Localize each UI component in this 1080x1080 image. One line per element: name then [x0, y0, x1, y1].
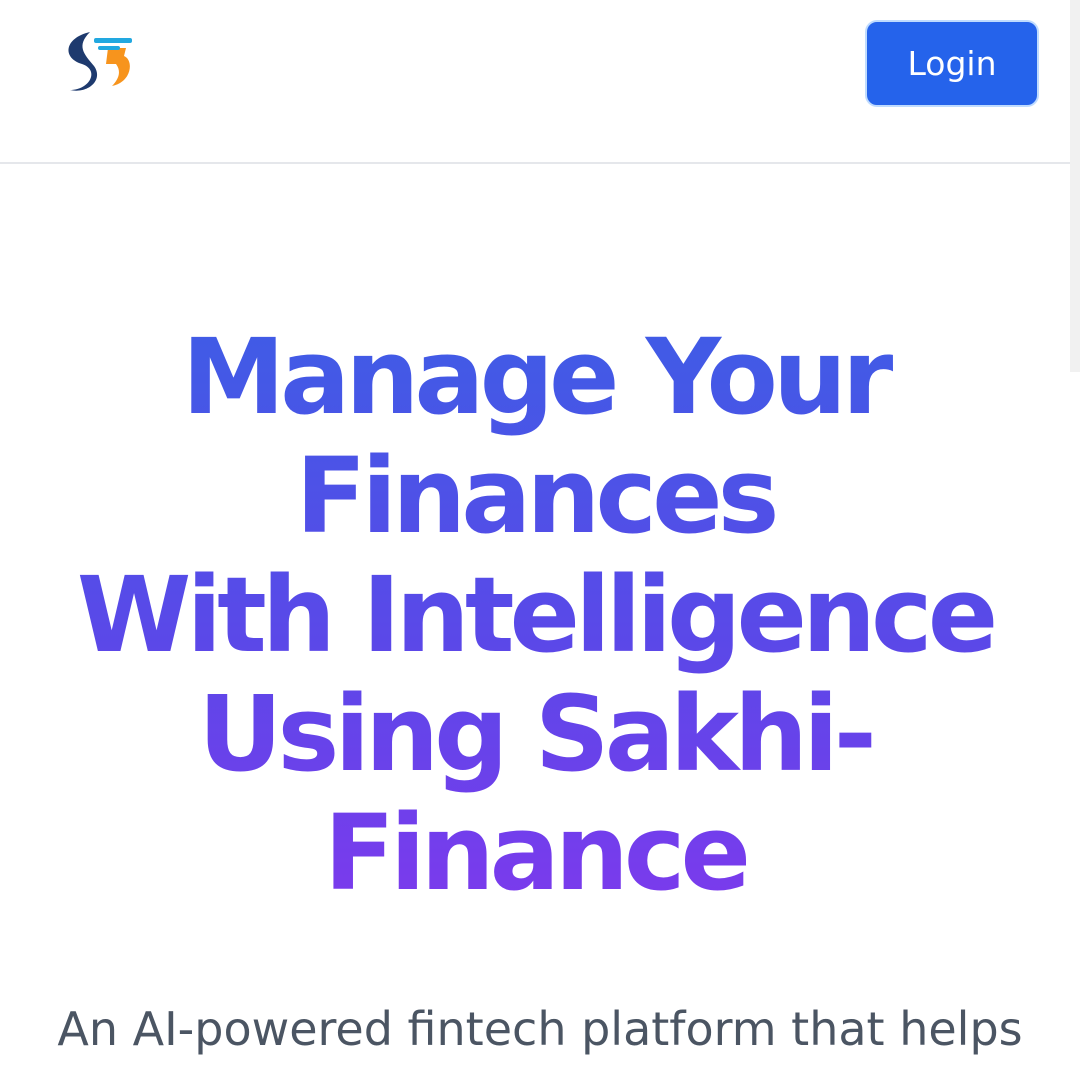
site-header: Login [0, 0, 1070, 164]
sakhi-finance-logo-icon[interactable] [60, 28, 136, 98]
hero-title-line: Finance [323, 792, 747, 914]
hero-title-line: With Intelligence [76, 554, 994, 676]
hero-title-line: Using Sakhi- [198, 673, 872, 795]
scrollbar[interactable] [1070, 0, 1080, 372]
hero-subtitle: An AI-powered fintech platform that help… [57, 1002, 1023, 1056]
hero-title-line: Manage Your [181, 316, 889, 438]
login-button[interactable]: Login [865, 20, 1039, 107]
hero-title-line: Finances [295, 435, 775, 557]
hero-title: Manage Your Finances With Intelligence U… [0, 318, 1070, 913]
